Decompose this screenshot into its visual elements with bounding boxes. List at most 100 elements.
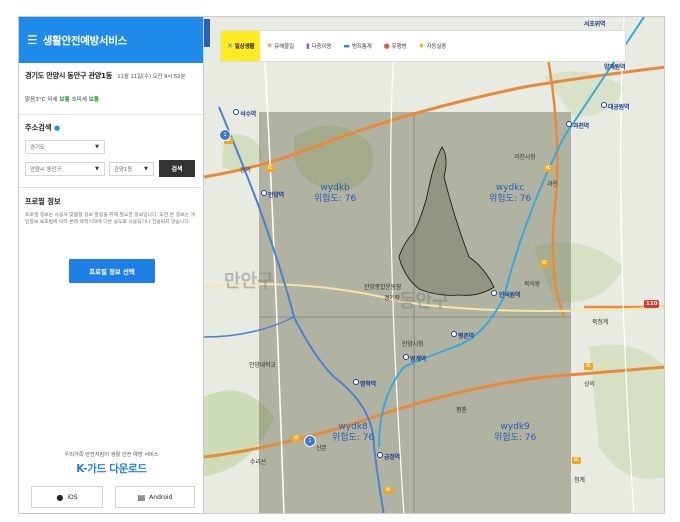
- panel-toggle-handle[interactable]: [204, 19, 210, 47]
- dong-select[interactable]: 관양1동 ▼: [109, 162, 154, 176]
- district-name: 만안구: [224, 271, 274, 292]
- address-search-title: 주소검색 ●: [19, 115, 203, 133]
- grid-cell-label: wydk8 위험도: 76: [332, 422, 374, 444]
- multi-use-icon: ▮: [305, 42, 310, 50]
- station-label: 범계역: [410, 356, 426, 363]
- grid-cell-code: wydkc: [495, 183, 525, 193]
- chevron-down-icon: ▼: [95, 144, 99, 150]
- place-label: 상의: [584, 381, 595, 388]
- tab-epidemic[interactable]: ● 유행병: [378, 31, 413, 61]
- risk-grid-overlay: [259, 112, 571, 513]
- place-label: 과천시청: [514, 154, 536, 161]
- ic-badge: IC: [584, 363, 593, 370]
- apple-icon: ●: [56, 492, 64, 502]
- tab-hazard[interactable]: ✕ 유해물질: [260, 31, 299, 61]
- station-label: 대공원역: [608, 104, 630, 111]
- crime-stats-icon: ▬: [343, 42, 350, 50]
- place-label: 청계: [574, 477, 585, 484]
- ic-badge: IC: [544, 165, 553, 172]
- province-select[interactable]: 경기도 ▼: [25, 140, 105, 154]
- tab-label: 범죄통계: [351, 44, 372, 50]
- divider: [19, 187, 204, 188]
- weather-summary: 맑음3°C 미세 보통 초미세 보통: [19, 81, 203, 103]
- android-label: Android: [149, 493, 173, 501]
- place-label: 산본: [316, 445, 327, 452]
- station-dot: [451, 331, 457, 337]
- app-frame: ☰ 생활안전예방서비스 경기도 안양시 동안구 관양1동 11월 11일(수) …: [18, 16, 665, 514]
- tab-crime-stats[interactable]: ▬ 범죄통계: [337, 31, 377, 61]
- tab-label: 자동실종: [426, 44, 447, 50]
- station-dot: [353, 379, 359, 385]
- place-label: 수리산: [250, 459, 266, 466]
- dong-value: 관양1동: [114, 167, 133, 173]
- pm10-value: 보통: [59, 97, 70, 103]
- tab-daily-life[interactable]: ✕ 일상생활: [221, 31, 261, 61]
- station-label: 평촌역: [458, 333, 474, 340]
- place-label: 과천: [547, 181, 558, 188]
- station-dot: [601, 102, 607, 108]
- tab-missing[interactable]: ♦ 자동실종: [412, 31, 452, 61]
- profile-description: 프로필 정보는 사용자 맞춤형 정보 알림을 위해 필요한 정보입니다. 또한 …: [25, 213, 195, 225]
- weather-temp: 맑음3°C: [25, 97, 46, 103]
- location-name: 경기도 안양시 동안구 관양1동: [25, 71, 113, 80]
- place-label: 북청계: [592, 319, 608, 326]
- station-label: 서초위역: [584, 21, 606, 28]
- mountain-area: [589, 344, 664, 480]
- grid-cell-code: wydk8: [338, 422, 368, 432]
- grid-cell-risk: 위험도: 76: [332, 433, 375, 443]
- location-pin-icon: ●: [53, 124, 61, 132]
- city-select[interactable]: 안양시 동안구 ▼: [25, 162, 105, 176]
- expressway-shield-icon: 110: [644, 300, 660, 308]
- station-label: 석수역: [240, 111, 256, 118]
- side-panel: ☰ 생활안전예방서비스 경기도 안양시 동안구 관양1동 11월 11일(수) …: [19, 17, 204, 513]
- location-datetime: 11월 11일(수) 오전 9시 52분: [117, 74, 186, 80]
- pm25-value: 보통: [88, 97, 100, 103]
- search-button[interactable]: 검색: [159, 160, 195, 177]
- chevron-down-icon: ▼: [95, 166, 99, 172]
- android-download-button[interactable]: ▤ Android: [115, 486, 195, 508]
- place-label: 경기장: [384, 295, 400, 302]
- tab-label: 다중이용: [311, 44, 332, 50]
- panel-header: ☰ 생활안전예방서비스: [19, 17, 203, 63]
- grid-cell-code: wydk9: [500, 422, 530, 432]
- kguard-download-title: K-가드 다운로드: [76, 463, 147, 475]
- place-label: 평촌: [456, 407, 467, 414]
- province-value: 경기도: [30, 145, 45, 151]
- pm10-label: 미세: [47, 97, 58, 103]
- station-dot: [566, 121, 572, 127]
- ic-badge: IC: [292, 435, 301, 442]
- current-location: 경기도 안양시 동안구 관양1동 11월 11일(수) 오전 9시 52분: [19, 63, 203, 81]
- profile-title: 프로필 정보: [25, 197, 61, 206]
- ic-badge: IC: [384, 487, 393, 494]
- station-label: 과천역: [573, 123, 589, 130]
- hamburger-menu-icon[interactable]: ☰: [27, 33, 38, 47]
- address-search-label: 주소검색: [25, 123, 52, 132]
- category-tabs: ✕ 일상생활 ✕ 유해물질 ▮ 다중이용 ▬ 범죄통계 ● 유행병 ♦ 자동실종: [220, 30, 626, 62]
- place-label: 안양종합운동장: [364, 284, 402, 291]
- station-label: 인덕원역: [499, 292, 521, 299]
- tab-label: 유행병: [391, 44, 407, 50]
- app-title: 생활안전예방서비스: [42, 34, 128, 47]
- ios-download-button[interactable]: ● iOS: [31, 486, 103, 508]
- epidemic-icon: ●: [383, 42, 390, 50]
- hazard-icon: ✕: [266, 42, 273, 50]
- select-profile-button[interactable]: 프로필 정보 선택: [69, 259, 155, 283]
- place-label: 북의왕: [524, 281, 540, 288]
- grid-cell-label: wydkb 위험도: 76: [314, 183, 356, 205]
- missing-icon: ♦: [418, 42, 425, 50]
- pm25-label: 초미세: [71, 97, 87, 103]
- place-label: 안양시청: [402, 341, 424, 348]
- android-icon: ▤: [137, 492, 146, 502]
- station-dot: [377, 452, 383, 458]
- station-label: 명학역: [360, 381, 376, 388]
- daily-life-icon: ✕: [227, 42, 233, 50]
- map-view[interactable]: ✕ 일상생활 ✕ 유해물질 ▮ 다중이용 ▬ 범죄통계 ● 유행병 ♦ 자동실종: [204, 17, 664, 513]
- route-shield-icon: 1: [304, 435, 316, 447]
- kguard-caption: 우리가족 안전지킴이 생활 안전 예방 서비스: [64, 452, 159, 458]
- tab-label: 유해물질: [274, 44, 294, 50]
- city-value: 안양시 동안구: [30, 167, 62, 173]
- tab-label: 일상생활: [234, 44, 255, 50]
- tab-multi-use[interactable]: ▮ 다중이용: [300, 31, 337, 61]
- ios-label: iOS: [67, 493, 78, 501]
- route-shield-icon: 1: [219, 129, 231, 141]
